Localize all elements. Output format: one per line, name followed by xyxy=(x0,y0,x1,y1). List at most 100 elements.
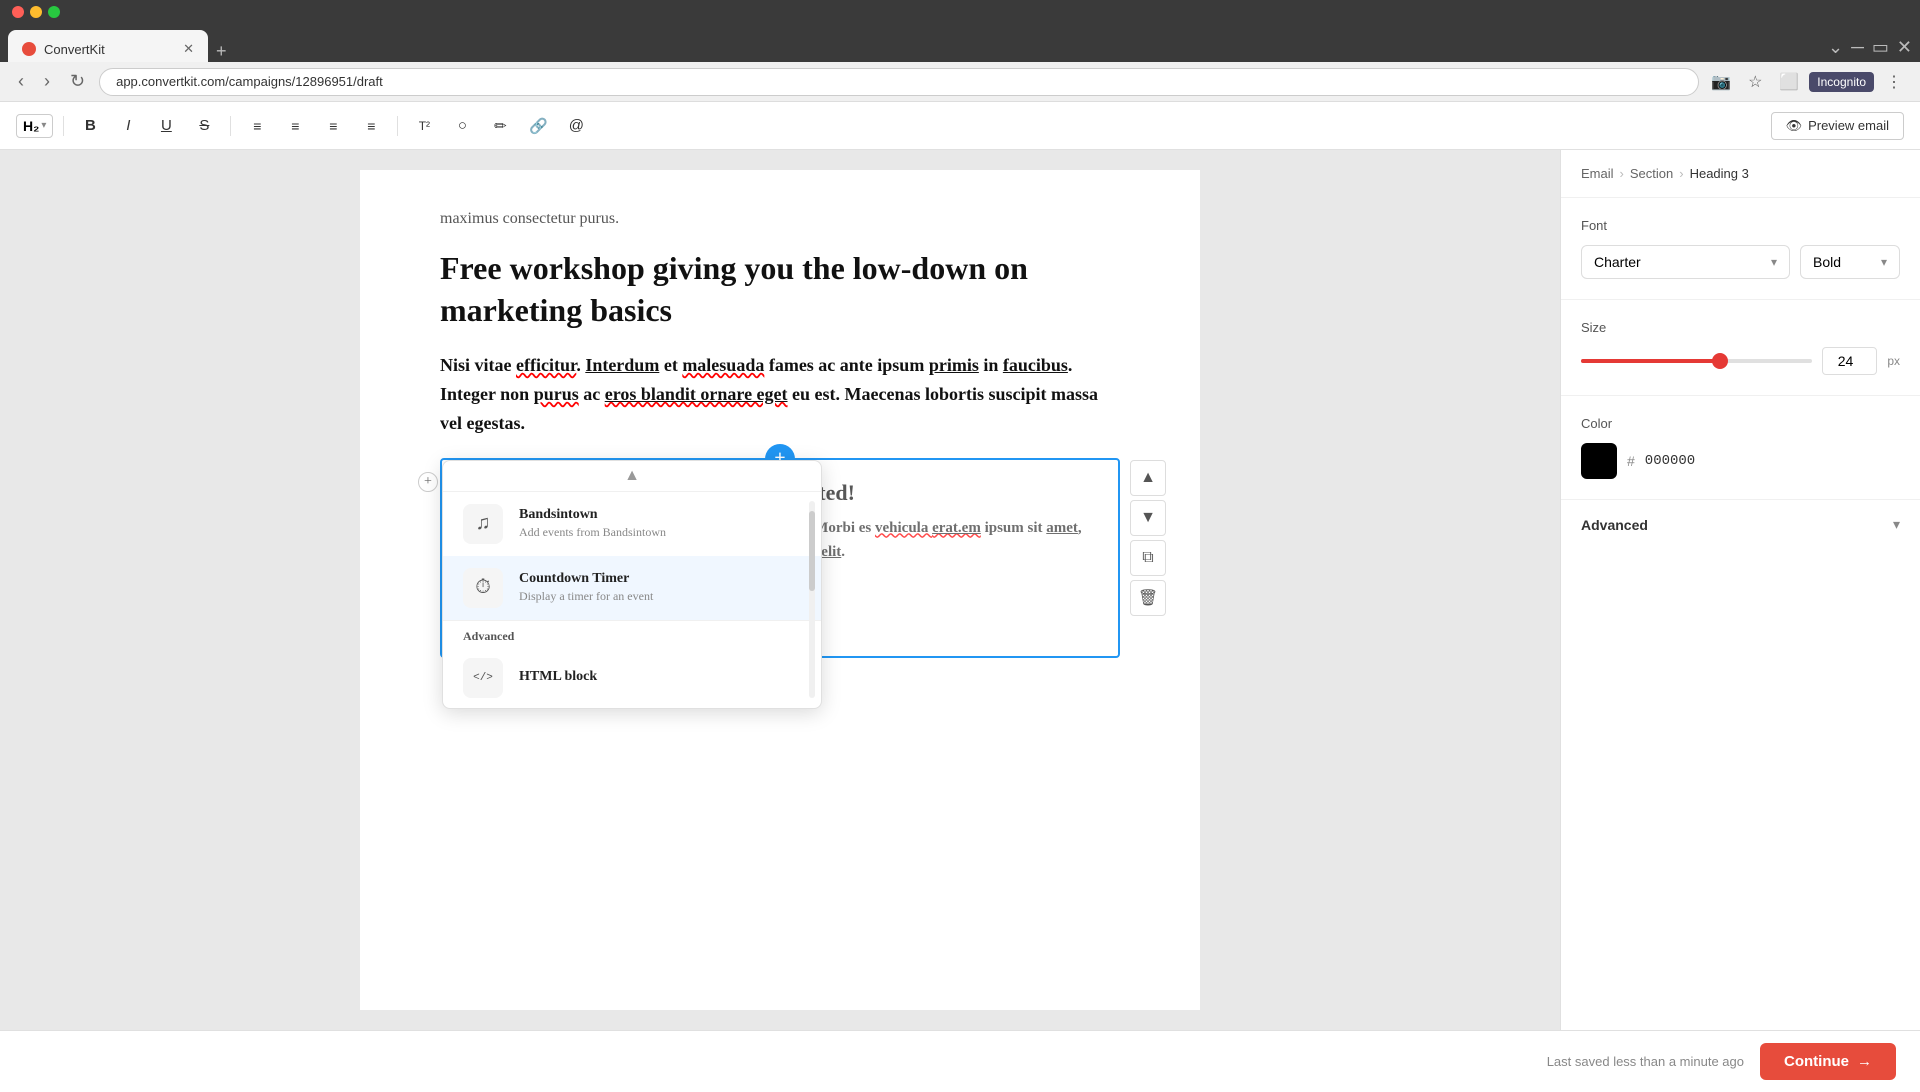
block-side-actions: ▲ ▼ ⧉ 🗑 xyxy=(1130,460,1166,616)
breadcrumb-section[interactable]: Section xyxy=(1630,166,1673,181)
scroll-up-button[interactable]: ▲ xyxy=(443,461,821,492)
font-family-select[interactable]: Charter ▾ xyxy=(1581,245,1790,279)
color-label: Color xyxy=(1581,416,1900,431)
font-weight-chevron-icon: ▾ xyxy=(1881,255,1887,269)
countdown-timer-option[interactable]: ⏱ Countdown Timer Display a timer for an… xyxy=(443,556,821,620)
editor-toolbar: H₂ ▾ B I U S ≡ ≡ ≡ ≡ T² ○ ✏ 🔗 @ 👁 Previe… xyxy=(0,102,1920,150)
continue-label: Continue xyxy=(1784,1053,1849,1070)
toolbar-sep-3 xyxy=(397,116,398,136)
link-button[interactable]: 🔗 xyxy=(522,112,554,140)
star-icon[interactable]: ☆ xyxy=(1741,68,1769,96)
editor-area: maximus consectetur purus. Free workshop… xyxy=(0,150,1560,1030)
preview-icon: 👁 xyxy=(1786,118,1803,134)
toolbar-sep-2 xyxy=(230,116,231,136)
address-bar[interactable]: app.convertkit.com/campaigns/12896951/dr… xyxy=(99,68,1699,96)
delete-block-button[interactable]: 🗑 xyxy=(1130,580,1166,616)
bandsintown-icon: ♫ xyxy=(463,504,503,544)
block-insert-area[interactable]: + + ces are limited! c sed orci vitae. M… xyxy=(440,458,1120,658)
align-left-button[interactable]: ≡ xyxy=(241,112,273,140)
slider-thumb[interactable] xyxy=(1712,353,1728,369)
breadcrumb-sep-2: › xyxy=(1679,166,1683,181)
new-tab-button[interactable]: + xyxy=(208,41,235,62)
save-status: Last saved less than a minute ago xyxy=(1547,1054,1744,1069)
camera-icon[interactable]: 📷 xyxy=(1707,68,1735,96)
align-justify-button[interactable]: ≡ xyxy=(355,112,387,140)
copy-block-button[interactable]: ⧉ xyxy=(1130,540,1166,576)
incognito-button[interactable]: Incognito xyxy=(1809,72,1874,92)
color-value[interactable]: 000000 xyxy=(1645,453,1695,469)
italic-button[interactable]: I xyxy=(112,112,144,140)
scrollbar[interactable] xyxy=(809,501,815,698)
countdown-desc: Display a timer for an event xyxy=(519,589,801,604)
bold-button[interactable]: B xyxy=(74,112,106,140)
block-type-dropdown: ▲ ♫ Bandsintown Add events from Bandsint… xyxy=(442,460,822,709)
circle-icon[interactable]: ○ xyxy=(446,112,478,140)
html-block-option[interactable]: </> HTML block xyxy=(443,648,821,708)
window-close-btn[interactable] xyxy=(12,6,24,18)
tab-list-icon[interactable]: ⌄ xyxy=(1828,37,1843,58)
breadcrumb-sep-1: › xyxy=(1620,166,1624,181)
tab-title: ConvertKit xyxy=(44,42,105,57)
font-chevron-icon: ▾ xyxy=(1771,255,1777,269)
window-minimize-icon[interactable]: ─ xyxy=(1851,37,1864,58)
window-maximize-btn[interactable] xyxy=(48,6,60,18)
browser-tab[interactable]: ConvertKit ✕ xyxy=(8,30,208,62)
heading-dropdown[interactable]: H₂ ▾ xyxy=(16,114,53,138)
extensions-icon[interactable]: ⬜ xyxy=(1775,68,1803,96)
align-center-button[interactable]: ≡ xyxy=(279,112,311,140)
back-button[interactable]: ‹ xyxy=(12,67,30,96)
slider-track xyxy=(1581,359,1812,363)
scroll-up-action[interactable]: ▲ xyxy=(1130,460,1166,496)
bandsintown-content: Bandsintown Add events from Bandsintown xyxy=(519,507,801,540)
strikethrough-button[interactable]: S xyxy=(188,112,220,140)
advanced-label: Advanced xyxy=(1581,517,1648,533)
main-heading[interactable]: Free workshop giving you the low-down on… xyxy=(440,248,1120,331)
color-hash: # xyxy=(1627,453,1635,469)
menu-icon[interactable]: ⋮ xyxy=(1880,68,1908,96)
font-weight-text: Bold xyxy=(1813,254,1841,270)
breadcrumb-email[interactable]: Email xyxy=(1581,166,1614,181)
continue-button[interactable]: Continue → xyxy=(1760,1043,1896,1080)
highlight-button[interactable]: ✏ xyxy=(484,112,516,140)
size-slider[interactable] xyxy=(1581,351,1812,371)
tab-close-icon[interactable]: ✕ xyxy=(183,41,194,57)
font-row: Charter ▾ Bold ▾ xyxy=(1581,245,1900,279)
window-restore-icon[interactable]: ▭ xyxy=(1872,37,1889,58)
countdown-icon: ⏱ xyxy=(463,568,503,608)
font-name-text: Charter xyxy=(1594,254,1641,270)
scroll-down-action[interactable]: ▼ xyxy=(1130,500,1166,536)
advanced-chevron-icon: ▾ xyxy=(1893,516,1900,533)
size-row: px xyxy=(1581,347,1900,375)
breadcrumb: Email › Section › Heading 3 xyxy=(1561,150,1920,198)
html-title: HTML block xyxy=(519,669,801,685)
font-label: Font xyxy=(1581,218,1900,233)
html-content: HTML block xyxy=(519,669,801,687)
forward-button[interactable]: › xyxy=(38,67,56,96)
breadcrumb-heading: Heading 3 xyxy=(1690,166,1749,181)
editor-canvas[interactable]: maximus consectetur purus. Free workshop… xyxy=(360,170,1200,1010)
bandsintown-desc: Add events from Bandsintown xyxy=(519,525,801,540)
size-input[interactable] xyxy=(1822,347,1877,375)
chevron-up-icon: ▲ xyxy=(624,467,640,485)
continue-arrow-icon: → xyxy=(1857,1053,1872,1070)
html-icon: </> xyxy=(463,658,503,698)
align-right-button[interactable]: ≡ xyxy=(317,112,349,140)
preview-email-button[interactable]: 👁 Preview email xyxy=(1771,112,1904,140)
advanced-section[interactable]: Advanced ▾ xyxy=(1561,500,1920,549)
bandsintown-option[interactable]: ♫ Bandsintown Add events from Bandsintow… xyxy=(443,492,821,556)
mention-button[interactable]: @ xyxy=(560,112,592,140)
superscript-button[interactable]: T² xyxy=(408,112,440,140)
advanced-section-label: Advanced xyxy=(443,620,821,648)
add-block-left-button[interactable]: + xyxy=(418,472,438,492)
font-weight-select[interactable]: Bold ▾ xyxy=(1800,245,1900,279)
bandsintown-title: Bandsintown xyxy=(519,507,801,523)
window-close-x-icon[interactable]: ✕ xyxy=(1897,37,1912,58)
footer: Last saved less than a minute ago Contin… xyxy=(0,1030,1920,1092)
reload-button[interactable]: ↻ xyxy=(64,67,91,96)
underline-button[interactable]: U xyxy=(150,112,182,140)
intro-text: maximus consectetur purus. xyxy=(440,210,1120,228)
slider-fill xyxy=(1581,359,1720,363)
window-minimize-btn[interactable] xyxy=(30,6,42,18)
body-text[interactable]: Nisi vitae efficitur. Interdum et malesu… xyxy=(440,351,1120,437)
color-swatch[interactable] xyxy=(1581,443,1617,479)
